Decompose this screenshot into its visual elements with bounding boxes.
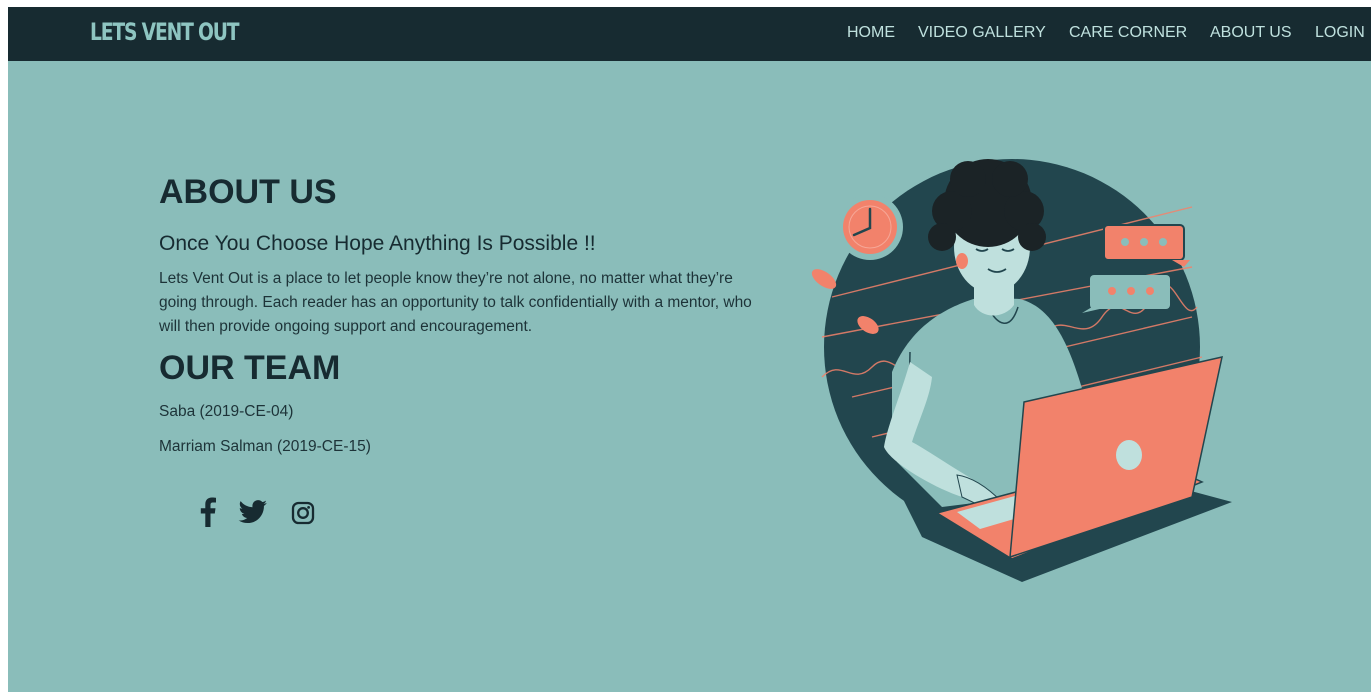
team-title: OUR TEAM bbox=[159, 349, 341, 387]
nav-home[interactable]: HOME bbox=[847, 24, 895, 42]
nav-video-gallery[interactable]: VIDEO GALLERY bbox=[918, 24, 1046, 42]
page: LETS VENT OUT HOME VIDEO GALLERY CARE CO… bbox=[8, 7, 1371, 692]
team-member-marriam: Marriam Salman (2019-CE-15) bbox=[159, 438, 371, 455]
laptop-logo bbox=[1116, 440, 1142, 470]
facebook-icon[interactable] bbox=[200, 497, 216, 532]
team-member-saba: Saba (2019-CE-04) bbox=[159, 403, 294, 420]
nav-menu: HOME VIDEO GALLERY CARE CORNER ABOUT US … bbox=[8, 24, 1371, 46]
about-description: Lets Vent Out is a place to let people k… bbox=[159, 270, 752, 335]
tagline: Once You Choose Hope Anything Is Possibl… bbox=[159, 232, 596, 255]
person-laptop-illustration bbox=[811, 159, 1232, 582]
about-title: ABOUT US bbox=[159, 173, 337, 211]
hero-illustration bbox=[792, 157, 1242, 602]
nav-care-corner[interactable]: CARE CORNER bbox=[1069, 24, 1187, 42]
navbar: LETS VENT OUT HOME VIDEO GALLERY CARE CO… bbox=[8, 7, 1371, 61]
twitter-icon[interactable] bbox=[238, 500, 268, 529]
nav-about-us[interactable]: ABOUT US bbox=[1210, 24, 1292, 42]
instagram-icon[interactable] bbox=[291, 501, 315, 530]
nav-login[interactable]: LOGIN bbox=[1315, 24, 1365, 42]
clock-icon bbox=[837, 194, 903, 260]
